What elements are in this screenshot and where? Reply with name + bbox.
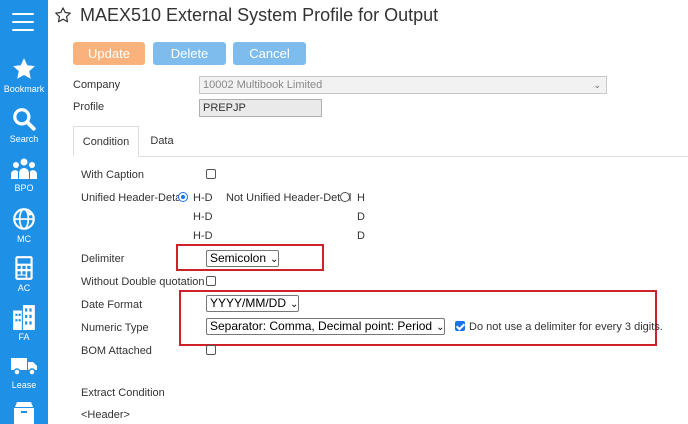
delete-button[interactable]: Delete: [153, 42, 226, 65]
with-caption-label: With Caption: [81, 169, 144, 181]
bom-attached-checkbox[interactable]: [206, 345, 216, 355]
numeric-type-value: Separator: Comma, Decimal point: Period: [210, 319, 433, 333]
cancel-button[interactable]: Cancel: [233, 42, 306, 65]
not-unified-row-value: D: [357, 230, 365, 242]
box-icon: [14, 402, 34, 424]
truck-icon: [11, 358, 37, 376]
header-section-label: <Header>: [81, 409, 130, 421]
sidebar-item-box[interactable]: [0, 401, 48, 424]
profile-field: PREPJP: [199, 99, 322, 117]
sidebar: Bookmark Search BPO MC AC FA Lease: [0, 0, 48, 424]
company-value: 10002 Multibook Limited: [203, 79, 323, 91]
company-select[interactable]: 10002 Multibook Limited ⌄: [199, 76, 607, 94]
people-icon: [11, 158, 37, 179]
chevron-down-icon: ⌄: [290, 299, 299, 310]
date-format-value: YYYY/MM/DD: [210, 296, 287, 310]
sidebar-item-bookmark[interactable]: Bookmark: [0, 56, 48, 94]
without-double-quotation-label: Without Double quotation: [81, 276, 205, 288]
calculator-icon: [15, 256, 33, 280]
sidebar-item-label: BPO: [14, 183, 34, 193]
numeric-type-label: Numeric Type: [81, 322, 149, 334]
sidebar-item-lease[interactable]: Lease: [0, 354, 48, 390]
unified-row-value: H-D: [193, 211, 213, 223]
not-unified-header-detail-radio[interactable]: [340, 192, 350, 202]
title-row: MAEX510 External System Profile for Outp…: [54, 4, 438, 26]
sidebar-item-label: AC: [17, 283, 31, 293]
sidebar-item-search[interactable]: Search: [0, 106, 48, 144]
globe-icon: [13, 208, 35, 230]
bom-attached-label: BOM Attached: [81, 345, 152, 357]
unified-row-value: H-D: [193, 230, 213, 242]
search-icon: [13, 108, 36, 131]
not-unified-value: H: [357, 192, 365, 204]
extract-condition-label: Extract Condition: [81, 387, 165, 399]
building-icon: [13, 305, 35, 330]
delimiter-value: Semicolon: [210, 251, 267, 265]
page-title: MAEX510 External System Profile for Outp…: [80, 4, 439, 25]
sidebar-item-label: Bookmark: [3, 84, 45, 94]
chevron-down-icon: ⌄: [270, 254, 279, 265]
sidebar-item-label: Search: [9, 134, 39, 144]
delimiter-select[interactable]: Semicolon ⌄: [206, 250, 280, 267]
bookmark-star-icon[interactable]: [54, 6, 72, 24]
date-format-select[interactable]: YYYY/MM/DD ⌄: [206, 295, 300, 312]
sidebar-item-label: Lease: [11, 380, 37, 390]
unified-header-detail-radio[interactable]: [178, 192, 188, 202]
sidebar-item-ac[interactable]: AC: [0, 255, 48, 293]
no-delimiter-label: Do not use a delimiter for every 3 digit…: [469, 321, 663, 333]
not-unified-header-detail-label: Not Unified Header-Detail: [226, 192, 352, 204]
chevron-down-icon: ⌄: [593, 80, 601, 90]
unified-header-detail-label: Unified Header-Detail: [81, 192, 187, 204]
sidebar-item-bpo[interactable]: BPO: [0, 157, 48, 193]
numeric-type-select[interactable]: Separator: Comma, Decimal point: Period ⌄: [206, 318, 446, 335]
chevron-down-icon: ⌄: [436, 322, 445, 333]
no-delimiter-checkbox[interactable]: [455, 321, 465, 331]
profile-label: Profile: [73, 101, 105, 113]
date-format-label: Date Format: [81, 299, 143, 311]
sidebar-item-label: FA: [18, 332, 30, 342]
update-button[interactable]: Update: [73, 42, 145, 65]
star-icon: [13, 58, 35, 79]
sidebar-item-label: MC: [17, 234, 31, 244]
with-caption-checkbox[interactable]: [206, 169, 216, 179]
tab-data[interactable]: Data: [139, 126, 185, 157]
without-double-quotation-checkbox[interactable]: [206, 276, 216, 286]
unified-value: H-D: [193, 192, 213, 204]
tab-condition[interactable]: Condition: [73, 126, 139, 157]
hamburger-menu-icon[interactable]: [12, 13, 34, 31]
sidebar-item-mc[interactable]: MC: [0, 206, 48, 244]
company-label: Company: [73, 79, 121, 91]
sidebar-item-fa[interactable]: FA: [0, 304, 48, 342]
not-unified-row-value: D: [357, 211, 365, 223]
delimiter-label: Delimiter: [81, 253, 125, 265]
